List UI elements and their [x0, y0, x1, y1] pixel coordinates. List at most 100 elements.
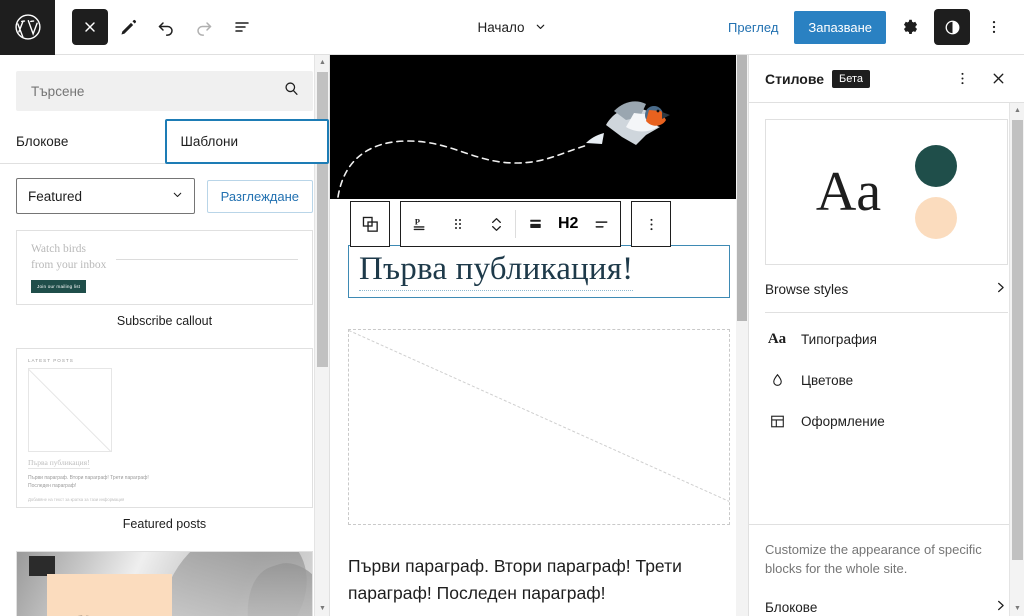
styles-menu-item-layout[interactable]: Оформление: [765, 401, 1008, 442]
styles-panel-header-actions: [944, 61, 1016, 97]
styles-blocks-label: Блокове: [765, 599, 818, 615]
ellipsis-vertical-icon[interactable]: [976, 9, 1012, 45]
tab-patterns[interactable]: Шаблони: [164, 119, 329, 164]
pattern-category-value: Featured: [28, 188, 83, 204]
move-up-down-icon[interactable]: [477, 202, 515, 246]
color-swatch-secondary: [915, 197, 958, 239]
heading-block[interactable]: Първа публикация!: [348, 245, 730, 298]
scrollbar-thumb[interactable]: [317, 72, 328, 367]
scrollbar-thumb[interactable]: [1012, 120, 1023, 560]
search-icon: [283, 80, 300, 102]
scrollbar-thumb[interactable]: [737, 55, 747, 321]
contrast-styles-icon[interactable]: [934, 9, 970, 45]
browse-patterns-button[interactable]: Разглеждане: [206, 179, 313, 213]
pattern-post-meta: Добавяне на текст за кратка за тази инфо…: [28, 496, 125, 502]
document-list-view-icon[interactable]: [224, 9, 260, 45]
styles-menu-label: Цветове: [801, 373, 854, 388]
pattern-kicker: LATEST POSTS: [28, 358, 74, 363]
parent-block-group: [350, 201, 390, 247]
gear-icon[interactable]: [892, 9, 928, 45]
pattern-category-select[interactable]: Featured: [16, 178, 195, 214]
dark-block-decoration: [29, 556, 55, 576]
undo-icon[interactable]: [148, 9, 184, 45]
styles-panel-scroll: Aa Browse styles Aa Типография Цветове О…: [749, 103, 1024, 616]
pattern-item-featured-posts[interactable]: LATEST POSTS Първа публикация! Първи пар…: [16, 348, 313, 543]
styles-panel-footer: Customize the appearance of specific blo…: [749, 524, 1024, 616]
close-icon[interactable]: [72, 9, 108, 45]
styles-panel: Стилове Бета Aa Browse styles Aa Типогра…: [748, 55, 1024, 616]
save-button[interactable]: Запазване: [794, 10, 886, 44]
style-preview-sample-text: Aa: [815, 161, 882, 223]
heading-level-icon[interactable]: [516, 202, 554, 246]
pattern-thumbnail-placeholder: [28, 368, 112, 452]
layout-icon: [765, 413, 789, 430]
scroll-up-icon[interactable]: ▲: [1010, 103, 1024, 118]
heading-text[interactable]: Първа публикация!: [359, 250, 634, 291]
header-right-actions: Преглед Запазване: [718, 9, 1024, 45]
pattern-item-subscribe-callout[interactable]: Watch birds from your inbox Join our mai…: [16, 230, 313, 340]
site-canvas[interactable]: Първа публикация! Първи параграф. Втори …: [330, 55, 748, 616]
styles-panel-content: Aa Browse styles Aa Типография Цветове О…: [749, 103, 1024, 458]
paragraph-block[interactable]: Първи параграф. Втори параграф! Трети па…: [348, 553, 730, 607]
styles-menu-label: Типография: [801, 332, 877, 347]
styles-menu-item-colors[interactable]: Цветове: [765, 360, 1008, 401]
pattern-item-bird-feature[interactable]: [16, 551, 313, 616]
wordpress-site-editor: Начало Преглед Запазване Търсене Блокове…: [0, 0, 1024, 616]
scroll-down-icon[interactable]: ▼: [1010, 601, 1024, 616]
inserter-search-area: [0, 55, 329, 120]
styles-blocks-link[interactable]: Блокове: [765, 579, 1008, 616]
chevron-down-icon: [534, 20, 547, 36]
flying-bird-on-black-image: [337, 101, 670, 198]
canvas-scrollbar[interactable]: [736, 55, 748, 616]
browse-styles-row[interactable]: Browse styles: [765, 265, 1008, 313]
pattern-label: Featured posts: [122, 517, 207, 531]
image-placeholder-block[interactable]: [348, 328, 730, 525]
style-preview-swatches: [915, 145, 958, 239]
select-parent-block-icon[interactable]: [351, 202, 389, 246]
ellipsis-vertical-icon[interactable]: [944, 61, 980, 97]
scroll-down-icon[interactable]: ▼: [315, 601, 329, 616]
block-actions-group: P H2: [400, 201, 622, 247]
styles-menu-item-typography[interactable]: Aa Типография: [765, 319, 1008, 360]
pattern-preview: Watch birds from your inbox Join our mai…: [16, 230, 313, 305]
heading-level-label[interactable]: H2: [554, 215, 582, 233]
peach-panel: [47, 574, 172, 616]
editor-canvas-area: Първа публикация! Първи параграф. Втори …: [330, 55, 748, 616]
pattern-heading-line2: from your inbox: [31, 258, 107, 271]
redo-icon[interactable]: [186, 9, 222, 45]
hero-image-block[interactable]: [330, 55, 748, 199]
pattern-list: Watch birds from your inbox Join our mai…: [0, 224, 329, 616]
styles-panel-scrollbar[interactable]: ▲ ▼: [1009, 103, 1024, 616]
inserter-tabs: Блокове Шаблони: [0, 119, 329, 164]
preview-button[interactable]: Преглед: [718, 14, 788, 41]
color-swatch-primary: [915, 145, 958, 187]
close-icon[interactable]: [980, 61, 1016, 97]
pattern-preview: LATEST POSTS Първа публикация! Първи пар…: [16, 348, 313, 508]
style-preview-card[interactable]: Aa: [765, 119, 1008, 265]
drag-handle-icon[interactable]: [439, 202, 477, 246]
styles-footer-helper-text: Customize the appearance of specific blo…: [765, 542, 982, 577]
status-badge: Бета: [832, 69, 871, 88]
scroll-up-icon[interactable]: ▲: [315, 55, 329, 70]
tab-blocks[interactable]: Блокове: [0, 120, 165, 163]
document-title-dropdown[interactable]: Начало: [477, 20, 546, 36]
pattern-heading-line1: Watch birds: [31, 243, 86, 255]
pattern-cta-button: Join our mailing list: [31, 280, 87, 294]
wordpress-logo-icon[interactable]: [0, 0, 55, 55]
editor-body: Блокове Шаблони Featured Разглеждане: [0, 55, 1024, 616]
color-droplet-icon: [765, 372, 789, 389]
pencil-edit-icon[interactable]: [110, 9, 146, 45]
ellipsis-vertical-icon[interactable]: [632, 202, 670, 246]
document-title-label: Начало: [477, 20, 525, 35]
styles-panel-title: Стилове: [765, 70, 825, 87]
search-input[interactable]: [29, 82, 275, 100]
pattern-preview: [16, 551, 313, 616]
chevron-right-icon: [993, 598, 1008, 616]
pattern-label: Subscribe callout: [116, 314, 213, 328]
styles-panel-header: Стилове Бета: [749, 55, 1024, 103]
paragraph-block-icon[interactable]: P: [401, 202, 439, 246]
svg-text:P: P: [414, 216, 419, 226]
block-toolbar: P H2: [350, 201, 672, 247]
align-text-icon[interactable]: [582, 202, 620, 246]
search-box[interactable]: [16, 71, 313, 111]
